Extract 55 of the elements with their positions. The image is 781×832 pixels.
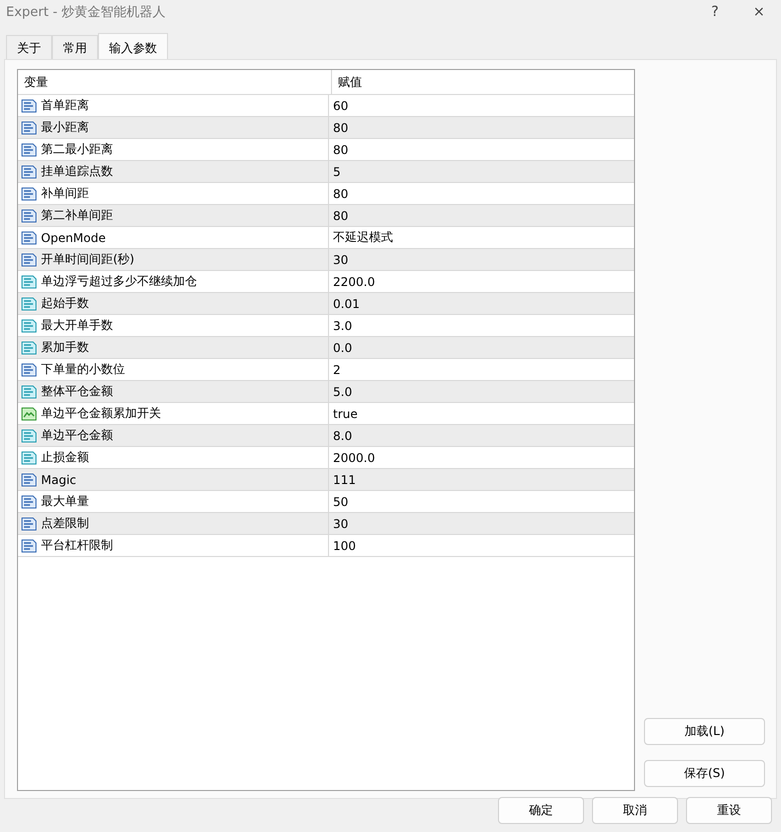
variable-value[interactable]: 30: [333, 252, 348, 266]
variable-value[interactable]: 30: [333, 516, 348, 530]
dialog-button[interactable]: 取消: [592, 797, 678, 824]
column-header[interactable]: 赋值: [332, 70, 634, 94]
variable-name: 止损金额: [41, 449, 89, 466]
window-title: Expert - 炒黄金智能机器人: [6, 4, 167, 21]
variable-name: 补单间距: [41, 185, 89, 202]
variable-name: 第二补单间距: [41, 207, 113, 224]
variable-name: 单边平仓金额累加开关: [41, 405, 161, 422]
variable-name: 平台杠杆限制: [41, 537, 113, 554]
variable-name: Magic: [41, 472, 76, 486]
dialog-button[interactable]: 重设: [686, 797, 772, 824]
variable-name: 单边浮亏超过多少不继续加仓: [41, 273, 197, 290]
variable-value[interactable]: 80: [333, 208, 348, 222]
variable-name: 整体平仓金额: [41, 383, 113, 400]
variable-value[interactable]: true: [333, 406, 358, 420]
variable-value[interactable]: 111: [333, 472, 356, 486]
variable-name: 累加手数: [41, 339, 89, 356]
variable-name: 最小距离: [41, 119, 89, 136]
variable-value[interactable]: 不延迟模式: [333, 229, 393, 246]
variable-name: 挂单追踪点数: [41, 163, 113, 180]
variable-value[interactable]: 80: [333, 120, 348, 134]
variable-name: OpenMode: [41, 230, 106, 244]
variable-value[interactable]: 60: [333, 98, 348, 112]
variable-value[interactable]: 5.0: [333, 384, 352, 398]
variable-value[interactable]: 2200.0: [333, 274, 375, 288]
tab[interactable]: 输入参数: [98, 33, 168, 59]
variable-value[interactable]: 100: [333, 538, 356, 552]
variable-value[interactable]: 0.0: [333, 340, 352, 354]
variable-name: 开单时间间距(秒): [41, 251, 134, 268]
variable-value[interactable]: 2000.0: [333, 450, 375, 464]
column-header[interactable]: 变量: [18, 70, 332, 94]
variable-name: 下单量的小数位: [41, 361, 125, 378]
variable-name: 起始手数: [41, 295, 89, 312]
tab[interactable]: 常用: [52, 35, 98, 59]
variable-value[interactable]: 3.0: [333, 318, 352, 332]
variable-name: 第二最小距离: [41, 141, 113, 158]
variable-value[interactable]: 50: [333, 494, 348, 508]
dialog-button[interactable]: 确定: [498, 797, 584, 824]
variable-value[interactable]: 80: [333, 186, 348, 200]
tab[interactable]: 关于: [6, 35, 52, 59]
variable-value[interactable]: 80: [333, 142, 348, 156]
close-button[interactable]: ×: [737, 4, 781, 20]
load-button[interactable]: 加载(L): [644, 718, 765, 745]
variable-name: 点差限制: [41, 515, 89, 532]
variable-name: 最大开单手数: [41, 317, 113, 334]
variable-value[interactable]: 8.0: [333, 428, 352, 442]
variable-name: 单边平仓金额: [41, 427, 113, 444]
variable-name: 首单距离: [41, 97, 89, 114]
variable-value[interactable]: 0.01: [333, 296, 360, 310]
variable-name: 最大单量: [41, 493, 89, 510]
save-button[interactable]: 保存(S): [644, 760, 765, 787]
variable-value[interactable]: 5: [333, 164, 341, 178]
help-button[interactable]: ?: [693, 4, 737, 20]
variable-value[interactable]: 2: [333, 362, 341, 376]
